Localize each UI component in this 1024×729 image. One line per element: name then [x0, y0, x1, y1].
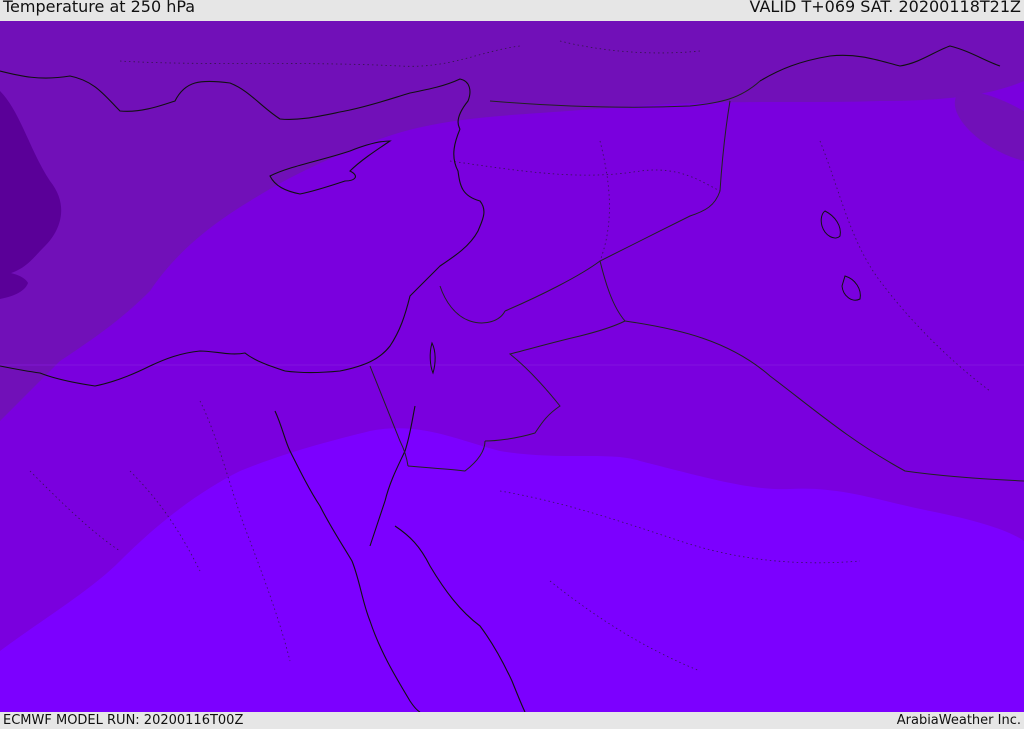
valid-time: VALID T+069 SAT. 20200118T21Z — [749, 0, 1021, 16]
map-header: Temperature at 250 hPa VALID T+069 SAT. … — [0, 0, 1024, 21]
model-run: ECMWF MODEL RUN: 20200116T00Z — [3, 713, 244, 728]
temperature-map — [0, 21, 1024, 712]
map-title: Temperature at 250 hPa — [3, 0, 196, 16]
credit-label: ArabiaWeather Inc. — [896, 713, 1021, 728]
map-canvas[interactable] — [0, 21, 1024, 712]
map-footer: ECMWF MODEL RUN: 20200116T00Z ArabiaWeat… — [0, 712, 1024, 729]
